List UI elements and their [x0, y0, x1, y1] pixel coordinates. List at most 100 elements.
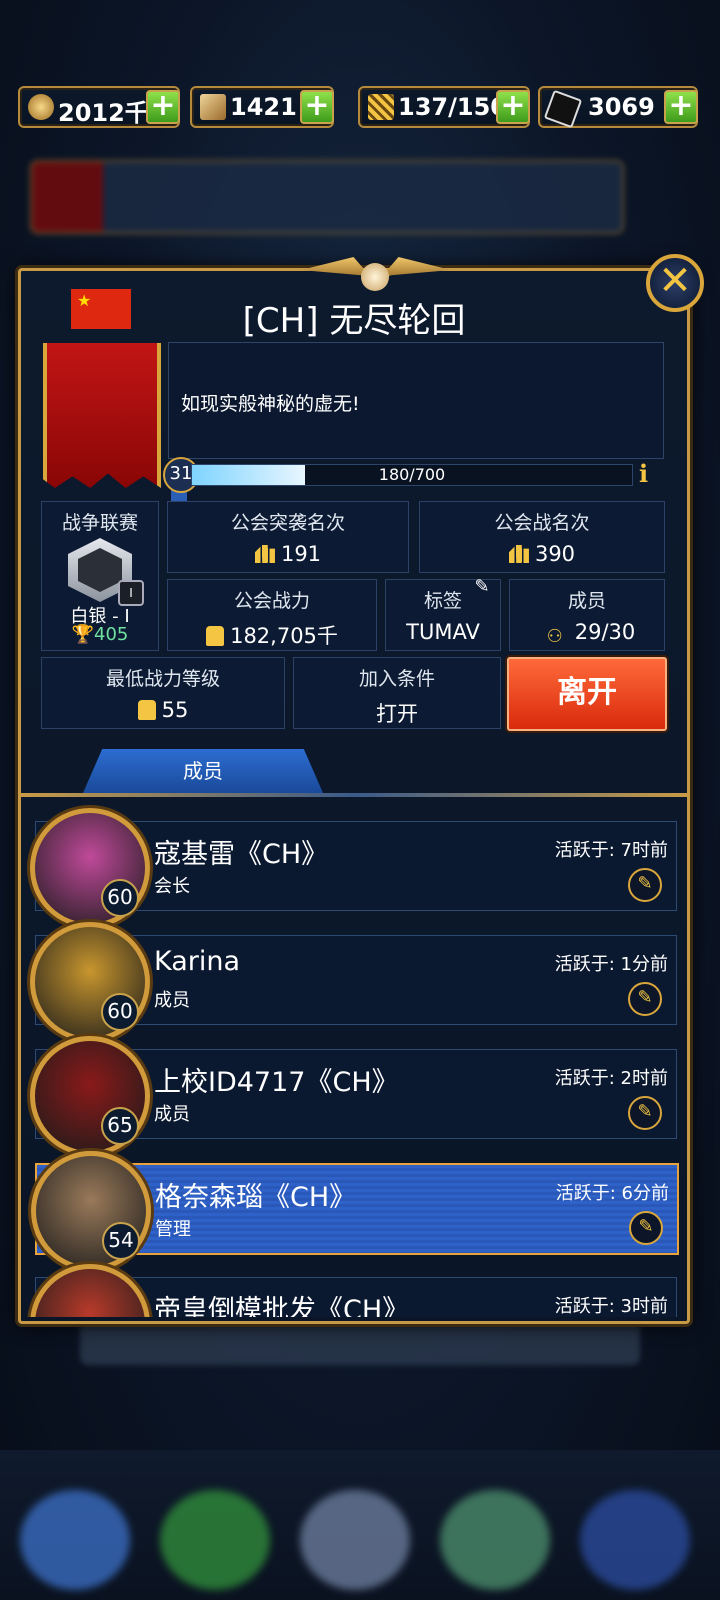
member-last-active: 活跃于: 3时前 — [554, 1296, 668, 1317]
rank-bars-icon — [508, 545, 529, 563]
member-avatar[interactable]: 54 — [31, 1151, 151, 1271]
members-count-value: 29/30 — [574, 620, 636, 644]
fist-icon — [137, 700, 156, 720]
nav-rank-icon[interactable] — [580, 1490, 690, 1590]
member-edit-pencil-icon[interactable]: ✎ — [628, 1096, 662, 1130]
nav-chat-icon[interactable] — [160, 1490, 270, 1590]
join-condition-label: 加入条件 — [358, 668, 435, 690]
member-name: 格奈森瑙《CH》 — [155, 1182, 357, 1213]
ammo-icon — [368, 94, 394, 120]
member-level-badge: 54 — [102, 1222, 140, 1260]
member-edit-pencil-icon[interactable]: ✎ — [628, 982, 662, 1016]
member-row[interactable]: 60 寇基雷《CH》会长 活跃于: 7时前 ✎ — [30, 808, 677, 928]
nav-campaign-icon[interactable] — [300, 1490, 410, 1590]
resource-blackstone: 3069 + — [538, 86, 698, 129]
members-count-label: 成员 — [567, 590, 606, 612]
member-last-active: 活跃于: 2时前 — [554, 1068, 668, 1089]
member-name: 帝皇倒模批发《CH》 — [154, 1295, 410, 1317]
members-count-cell: 成员 ⚇ 29/30 — [509, 579, 665, 651]
resource-energy: 137/150 + — [358, 86, 530, 128]
member-row[interactable]: 60 Karina 成员 活跃于: 1分前 ✎ — [30, 922, 677, 1042]
min-power-label: 最低战力等级 — [105, 668, 220, 690]
tab-divider — [21, 793, 687, 797]
member-role: 管理 — [155, 1219, 191, 1240]
member-role: 会长 — [154, 876, 190, 897]
member-last-active: 活跃于: 6分前 — [555, 1183, 669, 1204]
background-guild-strip — [30, 160, 624, 234]
members-list[interactable]: 60 寇基雷《CH》 会长 活跃于: 7时前 ✎ 60 Karina 成员 活跃于: 1分前 ✎ 6… — [21, 801, 687, 1317]
member-avatar[interactable]: 60 — [30, 922, 150, 1042]
skull-icon — [361, 263, 389, 291]
guild-description-box: 如现实般神秘的虚无! — [168, 342, 664, 459]
member-last-active: 活跃于: 1分前 — [554, 954, 668, 975]
raid-rank-cell: 公会突袭名次 191 — [167, 501, 409, 573]
guild-xp-text: 180/700 — [378, 465, 446, 484]
leave-guild-button[interactable]: 离开 — [507, 657, 667, 731]
member-avatar[interactable]: 65 — [30, 1036, 150, 1156]
resource-requisition: 1421 + — [190, 86, 334, 128]
guild-xp-bar: 180/700 — [191, 464, 633, 486]
member-name: 上校ID4717《CH》 — [154, 1067, 399, 1098]
league-trophies: 🏆405 — [71, 624, 129, 645]
bottom-navigation — [0, 1450, 720, 1600]
raid-rank-label: 公会突袭名次 — [230, 512, 345, 534]
war-league-label: 战争联赛 — [61, 512, 138, 534]
close-button[interactable]: ✕ — [646, 254, 704, 312]
raid-rank-value: 191 — [280, 542, 322, 566]
member-row[interactable]: 54 格奈森瑙《CH》管理 活跃于: 6分前 ✎ — [31, 1151, 679, 1271]
member-row[interactable]: 帝皇倒模批发《CH》 活跃于: 3时前 — [30, 1264, 677, 1317]
resource-requisition-value: 1421 — [230, 93, 297, 121]
join-condition-value: 打开 — [376, 702, 418, 726]
member-level-badge: 60 — [101, 879, 139, 917]
min-power-cell: 最低战力等级 55 — [41, 657, 285, 729]
nav-battle-icon[interactable] — [440, 1490, 550, 1590]
nav-guild-icon[interactable] — [20, 1490, 130, 1590]
edit-pencil-icon[interactable]: ✎ — [472, 576, 492, 597]
member-avatar[interactable] — [30, 1264, 150, 1317]
blackstone-icon — [543, 89, 583, 129]
guild-title: [CH] 无尽轮回 — [242, 301, 466, 341]
resource-blackstone-value: 3069 — [588, 93, 655, 121]
member-name: Karina — [154, 946, 241, 977]
min-power-value: 55 — [161, 698, 189, 722]
member-role: 成员 — [154, 990, 190, 1011]
guild-tag-value: TUMAV — [406, 620, 480, 644]
member-level-badge: 60 — [101, 993, 139, 1031]
guild-power-label: 公会战力 — [233, 590, 310, 612]
tab-members[interactable]: 成员 — [83, 749, 323, 793]
guild-power-value: 182,705千 — [230, 624, 338, 648]
trophy-icon: 🏆 — [71, 624, 95, 645]
add-energy-button[interactable]: + — [496, 90, 530, 124]
resource-gold-value: 2012千 — [58, 99, 149, 127]
guild-banner — [43, 343, 161, 488]
resource-energy-value: 137/150 — [398, 93, 507, 121]
member-name: 寇基雷《CH》 — [154, 839, 329, 870]
rank-bars-icon — [254, 545, 275, 563]
member-role: 成员 — [154, 1104, 190, 1125]
resource-gold: 2012千 + — [18, 86, 180, 128]
guild-info-panel: ★ [CH] 无尽轮回 如现实般神秘的虚无! 31 180/700 i 战争联赛… — [18, 257, 690, 1324]
war-rank-value: 390 — [534, 542, 576, 566]
war-rank-cell: 公会战名次 390 — [419, 501, 665, 573]
join-condition-cell: 加入条件 打开 — [293, 657, 501, 729]
guild-tag-cell[interactable]: 标签 ✎ TUMAV — [385, 576, 501, 651]
fist-icon — [206, 626, 225, 646]
info-icon[interactable]: i — [639, 459, 648, 488]
scroll-icon — [200, 94, 226, 120]
member-level-badge: 65 — [101, 1107, 139, 1145]
skull-coin-icon — [28, 94, 54, 120]
members-icon: ⚇ — [546, 626, 563, 647]
guild-power-cell: 公会战力 182,705千 — [167, 579, 377, 651]
resource-bar: 2012千 + 1421 + 137/150 + 3069 + — [0, 86, 720, 129]
war-league-cell[interactable]: 战争联赛 I 白银 - I 🏆405 — [41, 501, 159, 651]
war-rank-label: 公会战名次 — [494, 512, 590, 534]
add-gold-button[interactable]: + — [146, 90, 180, 124]
member-row[interactable]: 65 上校ID4717《CH》成员 活跃于: 2时前 ✎ — [30, 1036, 677, 1156]
add-blackstone-button[interactable]: + — [664, 90, 698, 124]
member-last-active: 活跃于: 7时前 — [554, 840, 668, 861]
guild-description: 如现实般神秘的虚无! — [181, 393, 360, 415]
member-edit-pencil-icon[interactable]: ✎ — [629, 1211, 663, 1245]
member-edit-pencil-icon[interactable]: ✎ — [628, 868, 662, 902]
member-avatar[interactable]: 60 — [30, 808, 150, 928]
add-requisition-button[interactable]: + — [300, 90, 334, 124]
